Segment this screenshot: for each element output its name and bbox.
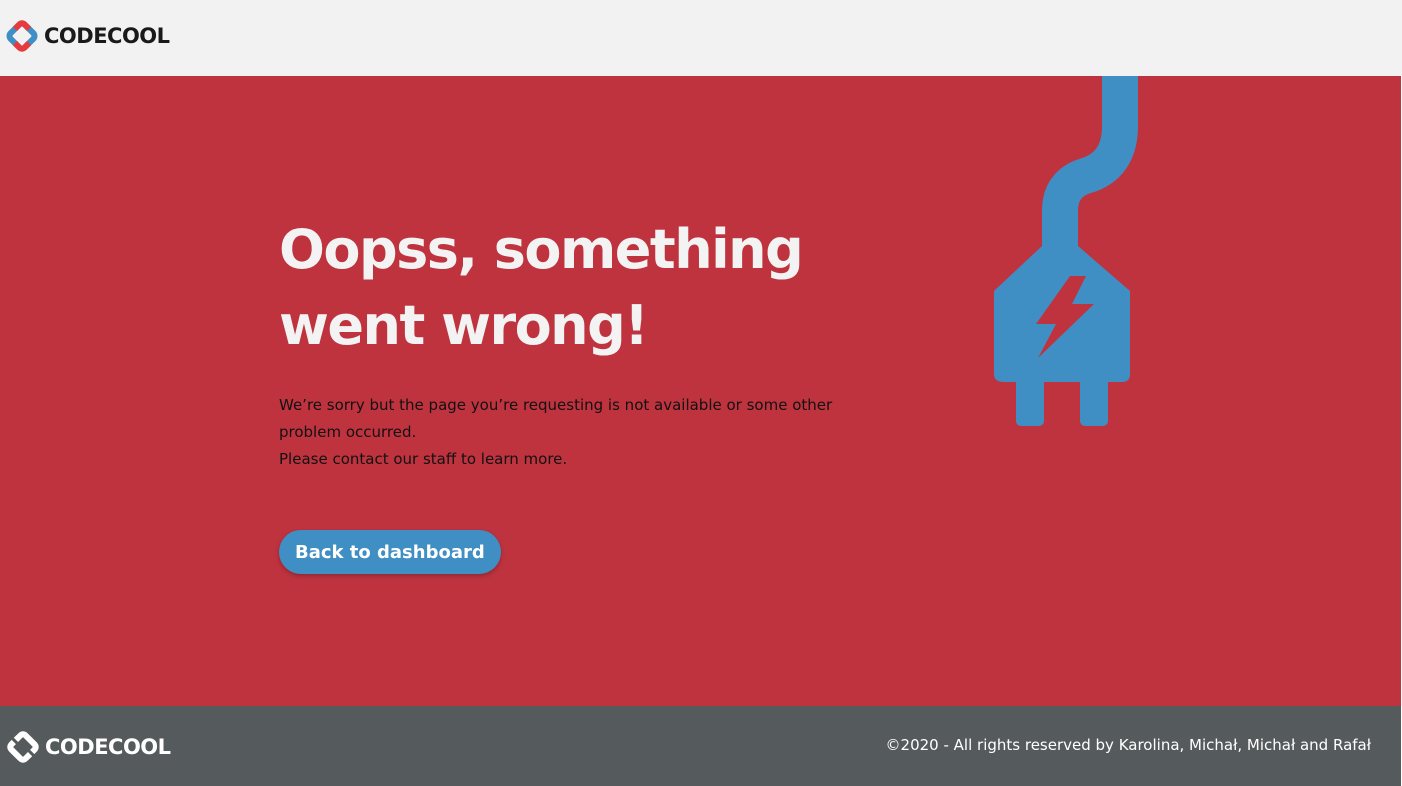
error-title-line-2: went wrong! <box>279 294 649 357</box>
unplugged-plug-icon <box>994 76 1138 426</box>
copyright-text: ©2020 - All rights reserved by Karolina,… <box>885 736 1371 754</box>
site-header <box>0 0 1402 76</box>
codecool-logo-icon <box>7 731 39 763</box>
footer-brand-name: CODECOOL <box>45 735 171 759</box>
error-message-line-1: We’re sorry but the page you’re requesti… <box>279 396 833 441</box>
error-section: Oopss, something went wrong! We’re sorry… <box>0 76 1401 706</box>
error-title: Oopss, something went wrong! <box>279 212 899 364</box>
header-brand-name: CODECOOL <box>44 24 170 48</box>
error-message-line-2: Please contact our staff to learn more. <box>279 450 568 468</box>
error-title-line-1: Oopss, something <box>279 218 804 281</box>
footer-logo[interactable]: CODECOOL <box>7 731 171 763</box>
header-logo[interactable]: CODECOOL <box>6 20 170 52</box>
codecool-logo-icon <box>6 20 38 52</box>
error-message: We’re sorry but the page you’re requesti… <box>279 392 879 473</box>
back-to-dashboard-button[interactable]: Back to dashboard <box>279 530 501 574</box>
